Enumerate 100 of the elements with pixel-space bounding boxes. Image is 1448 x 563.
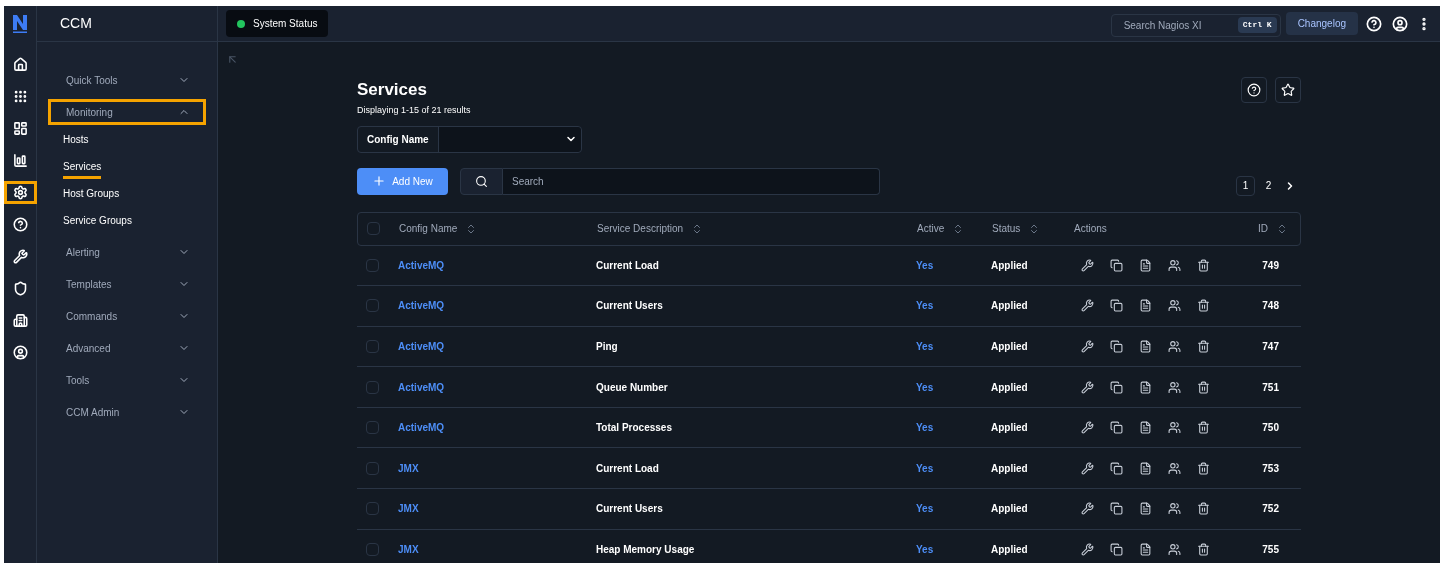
sidebar-group[interactable]: Tools — [48, 367, 206, 393]
page-button[interactable]: 1 — [1236, 175, 1255, 196]
config-filter[interactable]: Config Name — [357, 125, 582, 153]
users-icon[interactable] — [1168, 258, 1181, 272]
select-all-checkbox[interactable] — [367, 222, 380, 235]
row-checkbox[interactable] — [366, 340, 379, 353]
sidebar-group[interactable]: Advanced — [48, 335, 206, 361]
search-button[interactable] — [460, 167, 503, 195]
sidebar-item[interactable]: Service Groups — [63, 212, 132, 233]
row-checkbox[interactable] — [366, 380, 379, 394]
copy-icon[interactable] — [1110, 542, 1123, 556]
sidebar-group[interactable]: Alerting — [48, 239, 206, 265]
users-icon[interactable] — [1168, 299, 1181, 313]
file-icon[interactable] — [1139, 299, 1152, 313]
home-icon — [12, 57, 28, 72]
users-icon[interactable] — [1168, 380, 1181, 394]
favorite-button[interactable] — [1275, 77, 1301, 103]
wrench-icon[interactable] — [1081, 340, 1094, 353]
changelog-button[interactable]: Changelog — [1285, 12, 1358, 35]
table-cell: Applied — [991, 341, 1028, 352]
copy-icon[interactable] — [1110, 380, 1123, 394]
sidebar-group[interactable]: Quick Tools — [48, 67, 206, 93]
table-cell: Applied — [991, 543, 1028, 555]
table-cell: Total Processes — [596, 422, 672, 434]
config-link[interactable]: JMX — [398, 543, 419, 555]
row-checkbox[interactable] — [366, 502, 379, 516]
results-count: Displaying 1-15 of 21 results — [357, 104, 471, 117]
config-link[interactable]: ActiveMQ — [398, 381, 445, 393]
column-header[interactable]: Service Description — [597, 221, 684, 236]
sidebar-item[interactable]: Hosts — [63, 131, 89, 152]
wrench-icon[interactable] — [1081, 502, 1094, 516]
copy-icon[interactable] — [1110, 258, 1123, 272]
row-checkbox[interactable] — [366, 421, 379, 435]
trash-icon[interactable] — [1197, 461, 1210, 475]
wrench-icon[interactable] — [1081, 461, 1094, 475]
wrench-icon[interactable] — [1081, 380, 1094, 394]
user-icon[interactable] — [1392, 15, 1408, 32]
config-link[interactable]: ActiveMQ — [398, 422, 445, 434]
help-icon — [1247, 83, 1261, 97]
column-header[interactable]: ID — [1258, 221, 1268, 236]
file-icon[interactable] — [1139, 258, 1152, 272]
users-icon[interactable] — [1168, 461, 1181, 475]
copy-icon[interactable] — [1110, 461, 1123, 475]
trash-icon[interactable] — [1197, 421, 1210, 435]
logo-icon[interactable] — [12, 14, 28, 34]
table-cell-text: 752 — [1262, 502, 1279, 517]
row-checkbox[interactable] — [366, 299, 379, 313]
trash-icon[interactable] — [1197, 380, 1210, 394]
trash-icon[interactable] — [1197, 502, 1210, 516]
users-icon[interactable] — [1168, 502, 1181, 516]
file-icon[interactable] — [1139, 380, 1152, 394]
help-button[interactable] — [1241, 77, 1267, 103]
file-icon[interactable] — [1139, 340, 1152, 353]
sidebar-group[interactable]: Commands — [48, 303, 206, 329]
sort-icon[interactable] — [1276, 222, 1288, 235]
copy-icon[interactable] — [1110, 502, 1123, 516]
table-cell-text: 748 — [1262, 299, 1279, 314]
system-status-button[interactable]: System Status — [226, 10, 329, 37]
config-link[interactable]: JMX — [398, 503, 419, 515]
sidebar-group[interactable]: CCM Admin — [48, 399, 206, 425]
users-icon[interactable] — [1168, 340, 1181, 353]
copy-icon[interactable] — [1110, 299, 1123, 313]
search-field[interactable]: Search — [503, 167, 880, 195]
sidebar-item[interactable]: Services — [63, 158, 102, 179]
sidebar-group[interactable]: Templates — [48, 271, 206, 297]
config-link[interactable]: ActiveMQ — [398, 300, 445, 312]
sidebar-item[interactable]: Host Groups — [63, 185, 120, 206]
copy-icon[interactable] — [1110, 421, 1123, 435]
trash-icon[interactable] — [1197, 299, 1210, 313]
table-cell: Applied — [991, 300, 1028, 312]
column-header[interactable]: Status — [992, 221, 1021, 236]
row-checkbox[interactable] — [366, 258, 379, 272]
wrench-icon[interactable] — [1081, 542, 1094, 556]
help-icon[interactable] — [1366, 15, 1382, 32]
file-icon[interactable] — [1139, 542, 1152, 556]
page-button[interactable]: 2 — [1259, 175, 1278, 196]
config-link[interactable]: ActiveMQ — [398, 341, 445, 352]
sidebar-group[interactable]: Monitoring — [48, 99, 206, 125]
file-icon[interactable] — [1139, 502, 1152, 516]
trash-icon[interactable] — [1197, 542, 1210, 556]
rail-button[interactable] — [3, 181, 37, 204]
copy-icon[interactable] — [1110, 340, 1123, 353]
file-icon[interactable] — [1139, 421, 1152, 435]
config-link[interactable]: JMX — [398, 462, 419, 474]
column-header[interactable]: Active — [917, 221, 945, 236]
row-checkbox[interactable] — [366, 461, 379, 475]
wrench-icon[interactable] — [1081, 258, 1094, 272]
file-icon[interactable] — [1139, 461, 1152, 475]
config-link[interactable]: ActiveMQ — [398, 259, 445, 271]
grid-icon — [12, 89, 28, 104]
page-title: Services — [357, 79, 428, 101]
users-icon[interactable] — [1168, 542, 1181, 556]
column-header[interactable]: Config Name — [399, 221, 458, 236]
trash-icon[interactable] — [1197, 258, 1210, 272]
wrench-icon[interactable] — [1081, 421, 1094, 435]
trash-icon[interactable] — [1197, 340, 1210, 353]
users-icon[interactable] — [1168, 421, 1181, 435]
row-checkbox[interactable] — [366, 542, 379, 556]
wrench-icon[interactable] — [1081, 299, 1094, 313]
settings-icon — [12, 185, 28, 200]
